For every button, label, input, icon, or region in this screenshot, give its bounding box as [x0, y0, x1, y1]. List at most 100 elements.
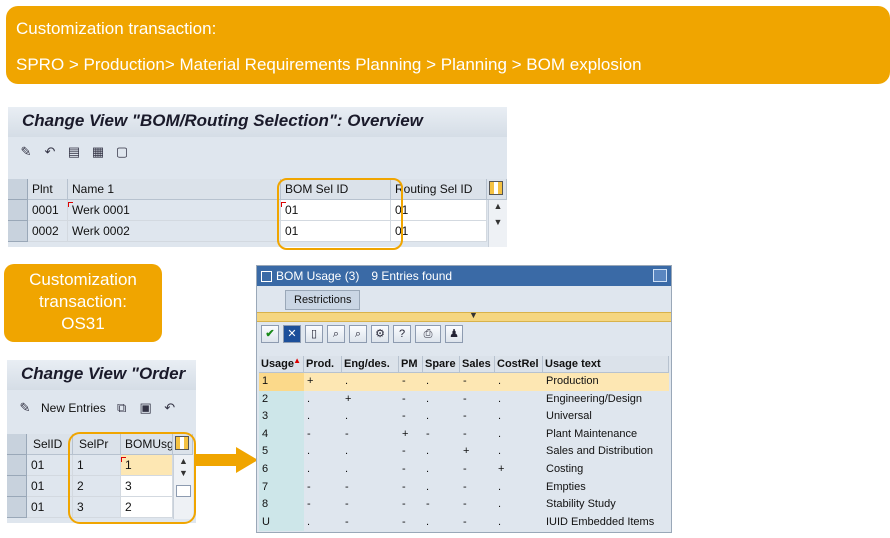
- table-cell: -: [399, 443, 423, 461]
- select-all-cell[interactable]: [8, 179, 28, 200]
- delete-icon[interactable]: ▣: [138, 400, 154, 416]
- arrow-right-icon: [196, 447, 258, 473]
- table-cell: -: [399, 373, 423, 391]
- table-cell: +: [460, 443, 495, 461]
- table-cell: Sales and Distribution: [543, 443, 669, 461]
- table-cell: Plant Maintenance: [543, 425, 669, 444]
- expand-chevron-icon[interactable]: ▼: [469, 310, 478, 320]
- panel1-toolbar: ✎ ↶ ▤ ▦ ▢: [18, 144, 130, 164]
- deselect-icon[interactable]: ▢: [114, 144, 130, 160]
- cell-routing-sel-id[interactable]: 01: [391, 200, 487, 221]
- cancel-x-icon[interactable]: ✕: [283, 325, 301, 343]
- undo-icon[interactable]: ↶: [162, 400, 178, 416]
- table-cell: -: [399, 478, 423, 497]
- table-cell: Production: [543, 373, 669, 391]
- table-row[interactable]: 6.. -. - + Costing: [259, 460, 669, 479]
- cell-routing-sel-id[interactable]: 01: [391, 221, 487, 242]
- highlight-selection-priority: [68, 432, 196, 524]
- table-cell: .: [495, 373, 543, 391]
- table-cell: +: [304, 373, 342, 391]
- table-row[interactable]: 8- - - - -. Stability Study: [259, 496, 669, 514]
- table-cell: .: [423, 478, 460, 497]
- edit-pen-icon[interactable]: ✎: [17, 400, 33, 416]
- column-header-plnt[interactable]: Plnt: [28, 179, 68, 200]
- table-cell: .: [495, 513, 543, 532]
- column-header-prod[interactable]: Prod.: [304, 356, 342, 373]
- table-cell: 7: [259, 478, 304, 497]
- tab-restrictions[interactable]: Restrictions: [285, 290, 361, 310]
- table-cell: -: [304, 496, 342, 514]
- column-header-pm[interactable]: PM: [399, 356, 423, 373]
- panel1-scrollbar[interactable]: ▲ ▼: [488, 200, 507, 247]
- table-cell: -: [460, 373, 495, 391]
- new-entries-button[interactable]: New Entries: [41, 401, 106, 415]
- settings-icon[interactable]: ⚙: [371, 325, 389, 343]
- select-all-cell[interactable]: [7, 434, 27, 455]
- print-icon[interactable]: ⎙: [415, 325, 441, 343]
- new-document-icon[interactable]: ▯: [305, 325, 323, 343]
- row-selector[interactable]: [8, 221, 28, 242]
- find-icon[interactable]: ⌕: [327, 325, 345, 343]
- column-header-usage[interactable]: Usage ▲: [259, 356, 304, 373]
- table-row[interactable]: U. - -. -. IUID Embedded Items: [259, 513, 669, 532]
- column-header-routing-sel-id[interactable]: Routing Sel ID: [391, 179, 487, 200]
- table-cell: -: [460, 408, 495, 426]
- table-cell: 6: [259, 460, 304, 479]
- select-block-icon[interactable]: ▦: [90, 144, 106, 160]
- column-header-name[interactable]: Name 1: [68, 179, 281, 200]
- table-cell: -: [342, 425, 399, 444]
- panel2-toolbar: ✎ New Entries ⧉ ▣ ↶: [17, 400, 178, 416]
- table-row[interactable]: 4- - + - -. Plant Maintenance: [259, 425, 669, 444]
- column-header-costrel[interactable]: CostRel: [495, 356, 543, 373]
- table-cell: .: [495, 408, 543, 426]
- table-settings-icon[interactable]: [487, 179, 507, 200]
- cell-name: Werk 0002: [68, 221, 281, 242]
- table-cell: .: [304, 460, 342, 479]
- minimize-button[interactable]: [653, 269, 667, 282]
- table-cell: Engineering/Design: [543, 390, 669, 409]
- table-cell: .: [304, 443, 342, 461]
- undo-icon[interactable]: ↶: [42, 144, 58, 160]
- panel1-table: Plnt Name 1 BOM Sel ID Routing Sel ID 00…: [8, 179, 507, 242]
- find-next-icon[interactable]: ⌕: [349, 325, 367, 343]
- callout-line-1: Customization transaction:: [16, 19, 217, 38]
- scroll-up-icon[interactable]: ▲: [489, 200, 507, 212]
- row-selector[interactable]: [7, 455, 27, 476]
- table-cell: .: [423, 460, 460, 479]
- popup-tabs: Restrictions: [257, 286, 671, 312]
- scroll-down-icon[interactable]: ▼: [489, 216, 507, 228]
- personal-list-icon[interactable]: ♟: [445, 325, 463, 343]
- table-row[interactable]: 7- - -. -. Empties: [259, 478, 669, 497]
- table-row[interactable]: 2. + -. -. Engineering/Design: [259, 390, 669, 409]
- table-cell: .: [423, 373, 460, 391]
- table-cell: -: [399, 513, 423, 532]
- table-cell: +: [342, 390, 399, 409]
- restrictions-splitter[interactable]: ▼: [257, 310, 671, 322]
- edit-pen-icon[interactable]: ✎: [18, 144, 34, 160]
- table-cell: Universal: [543, 408, 669, 426]
- cell-selid: 01: [27, 476, 73, 497]
- row-selector[interactable]: [8, 200, 28, 221]
- confirm-check-icon[interactable]: ✔: [261, 325, 279, 343]
- copy-icon[interactable]: ⧉: [114, 400, 130, 416]
- column-header-spare[interactable]: Spare: [423, 356, 460, 373]
- table-row[interactable]: 5.. -. +. Sales and Distribution: [259, 443, 669, 461]
- table-cell: -: [399, 390, 423, 409]
- column-header-sales[interactable]: Sales: [460, 356, 495, 373]
- table-body: 1 +. -. -. Production 2. + -. -. Engineering/Desi…: [259, 373, 669, 532]
- table-cell: 8: [259, 496, 304, 514]
- table-row[interactable]: 1 +. -. -. Production: [259, 373, 669, 391]
- table-cell: Empties: [543, 478, 669, 497]
- column-header-eng-des[interactable]: Eng/des.: [342, 356, 399, 373]
- row-selector[interactable]: [7, 497, 27, 518]
- column-header-usage-text[interactable]: Usage text: [543, 356, 669, 373]
- table-cell: -: [460, 478, 495, 497]
- column-header-selid[interactable]: SelID: [27, 434, 73, 455]
- table-row[interactable]: 3.. -. -. Universal: [259, 408, 669, 426]
- table-cell: .: [495, 496, 543, 514]
- bom-routing-selection-panel: Change View "BOM/Routing Selection": Ove…: [8, 107, 507, 247]
- bom-usage-popup: BOM Usage (3) 9 Entries found Restrictio…: [256, 265, 672, 533]
- info-icon[interactable]: ?: [393, 325, 411, 343]
- select-all-icon[interactable]: ▤: [66, 144, 82, 160]
- row-selector[interactable]: [7, 476, 27, 497]
